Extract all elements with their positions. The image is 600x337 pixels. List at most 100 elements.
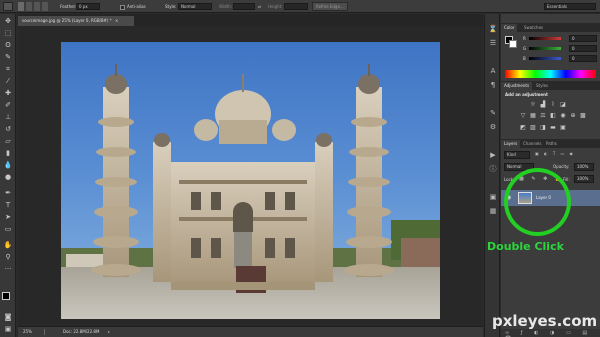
green-channel-slider[interactable] xyxy=(529,47,561,50)
tab-paths[interactable]: Paths xyxy=(543,140,560,148)
tab-styles[interactable]: Styles xyxy=(533,82,551,90)
fill-input[interactable]: 100% xyxy=(574,175,594,183)
tools-panel: ✥ ⬚ ʘ ✎ ⌗ ⁄ ✚ ✐ ⊥ ↺ ▱ ▮ 💧 ● ✒ T ➤ ▭ ✋ ⚲ … xyxy=(0,14,16,337)
tab-channels[interactable]: Channels xyxy=(520,140,545,148)
eraser-tool-icon[interactable]: ▱ xyxy=(3,136,13,146)
tab-adjustments[interactable]: Adjustments xyxy=(501,82,533,90)
selective-color-icon[interactable]: ▣ xyxy=(559,124,567,131)
workspace-select[interactable]: Essentials xyxy=(544,3,596,10)
blue-channel-slider[interactable] xyxy=(529,57,561,60)
move-tool-icon[interactable]: ✥ xyxy=(3,16,13,26)
blue-channel-input[interactable]: 0 xyxy=(569,55,597,62)
quick-select-tool-icon[interactable]: ✎ xyxy=(3,52,13,62)
foreground-color-swatch[interactable] xyxy=(2,292,10,300)
subtract-selection-icon[interactable] xyxy=(34,2,40,11)
lasso-tool-icon[interactable]: ʘ xyxy=(3,40,13,50)
eyedropper-tool-icon[interactable]: ⁄ xyxy=(3,76,13,86)
channel-mixer-icon[interactable]: ⊕ xyxy=(569,112,577,119)
zoom-level[interactable]: 25% xyxy=(23,329,32,335)
pen-tool-icon[interactable]: ✒ xyxy=(3,188,13,198)
intersect-selection-icon[interactable] xyxy=(42,2,48,11)
brush-tool-icon[interactable]: ✐ xyxy=(3,100,13,110)
dodge-tool-icon[interactable]: ● xyxy=(3,172,13,182)
style-label: Style: xyxy=(165,4,177,9)
invert-icon[interactable]: ◩ xyxy=(519,124,527,131)
path-select-tool-icon[interactable]: ➤ xyxy=(3,212,13,222)
brightness-contrast-icon[interactable]: ☼ xyxy=(529,101,537,108)
properties-icon[interactable]: ☰ xyxy=(488,38,498,48)
opacity-input[interactable]: 100% xyxy=(574,163,594,171)
actions-icon[interactable]: ▶ xyxy=(488,150,498,160)
hand-tool-icon[interactable]: ✋ xyxy=(3,240,13,250)
tab-color[interactable]: Color xyxy=(501,24,518,32)
layer-actions-icons[interactable]: ∞ ƒ ◐ ◑ ▭ ▤ 🗑 xyxy=(505,330,600,337)
color-balance-icon[interactable]: ⚖ xyxy=(539,112,547,119)
brush-preset-icon[interactable]: ✎ xyxy=(488,108,498,118)
layer-filter-select[interactable]: Kind xyxy=(504,151,530,159)
feather-input[interactable]: 0 px xyxy=(76,3,100,10)
highlight-circle xyxy=(504,168,571,236)
info-icon[interactable]: ⓘ xyxy=(488,164,498,174)
hue-saturation-icon[interactable]: ▦ xyxy=(529,112,537,119)
collapsed-panel-dock: ⌛ ☰ A ¶ ✎ ⚙ ▶ ⓘ ▣ ▦ xyxy=(484,14,500,337)
curves-icon[interactable]: ⌇ xyxy=(549,101,557,108)
character-icon[interactable]: A xyxy=(488,66,498,76)
document-tab[interactable]: sourceimage.jpg @ 25% (Layer 0, RGB/8#) … xyxy=(18,16,134,26)
threshold-icon[interactable]: ◨ xyxy=(539,124,547,131)
color-panel-background-swatch[interactable] xyxy=(509,40,517,48)
document-image[interactable] xyxy=(61,42,440,319)
red-channel-label: R xyxy=(523,36,526,41)
screen-mode-icon[interactable]: ▣ xyxy=(3,324,13,334)
photo-filter-icon[interactable]: ◉ xyxy=(559,112,567,119)
posterize-icon[interactable]: ▨ xyxy=(529,124,537,131)
layer-filter-icons[interactable]: ▣ ◐ T ▭ ◆ xyxy=(535,151,575,156)
new-selection-icon[interactable] xyxy=(18,2,24,11)
status-divider xyxy=(44,329,45,335)
antialias-checkbox[interactable]: Anti-alias xyxy=(120,2,146,11)
crop-tool-icon[interactable]: ⌗ xyxy=(3,64,13,74)
marquee-tool-icon[interactable]: ⬚ xyxy=(3,28,13,38)
gradient-map-icon[interactable]: ▬ xyxy=(549,124,557,131)
red-channel-input[interactable]: 0 xyxy=(569,35,597,42)
height-input[interactable] xyxy=(284,3,308,10)
exposure-icon[interactable]: ◪ xyxy=(559,101,567,108)
histogram-icon[interactable]: ▦ xyxy=(488,206,498,216)
color-spectrum-ramp[interactable] xyxy=(505,70,596,78)
zoom-tool-icon[interactable]: ⚲ xyxy=(3,252,13,262)
navigator-icon[interactable]: ▣ xyxy=(488,192,498,202)
history-brush-tool-icon[interactable]: ↺ xyxy=(3,124,13,134)
opacity-label: Opacity: xyxy=(553,164,570,169)
width-label: Width: xyxy=(219,4,232,9)
blue-channel-row: B 0 xyxy=(523,55,598,62)
status-menu-icon[interactable]: ▸ xyxy=(108,329,110,335)
blur-tool-icon[interactable]: 💧 xyxy=(3,160,13,170)
shape-tool-icon[interactable]: ▭ xyxy=(3,224,13,234)
refine-edge-button[interactable]: Refine Edge... xyxy=(312,2,348,11)
gradient-tool-icon[interactable]: ▮ xyxy=(3,148,13,158)
clone-stamp-tool-icon[interactable]: ⊥ xyxy=(3,112,13,122)
vibrance-icon[interactable]: ▽ xyxy=(519,112,527,119)
marquee-tool-preset-icon[interactable] xyxy=(3,2,13,11)
canvas-area[interactable] xyxy=(18,26,483,326)
more-tools-icon[interactable]: ··· xyxy=(3,264,13,274)
green-channel-row: G 0 xyxy=(523,45,598,52)
add-to-selection-icon[interactable] xyxy=(26,2,32,11)
type-tool-icon[interactable]: T xyxy=(3,200,13,210)
width-input[interactable] xyxy=(233,3,255,10)
healing-brush-tool-icon[interactable]: ✚ xyxy=(3,88,13,98)
red-channel-slider[interactable] xyxy=(529,37,561,40)
color-lookup-icon[interactable]: ▩ xyxy=(579,112,587,119)
green-channel-input[interactable]: 0 xyxy=(569,45,597,52)
tab-layers[interactable]: Layers xyxy=(501,140,521,148)
quick-mask-icon[interactable]: ◙ xyxy=(3,312,13,322)
levels-icon[interactable]: ▟ xyxy=(539,101,547,108)
black-white-icon[interactable]: ◧ xyxy=(549,112,557,119)
close-tab-icon[interactable]: × xyxy=(115,18,118,23)
style-select[interactable]: Normal xyxy=(178,3,212,10)
status-bar: 25% Doc: 22.8M/22.8M ▸ xyxy=(18,326,483,337)
swap-icon[interactable]: ⇄ xyxy=(258,2,261,11)
paragraph-icon[interactable]: ¶ xyxy=(488,80,498,90)
tool-presets-icon[interactable]: ⚙ xyxy=(488,122,498,132)
history-icon[interactable]: ⌛ xyxy=(488,24,498,34)
tab-swatches[interactable]: Swatches xyxy=(521,24,546,32)
